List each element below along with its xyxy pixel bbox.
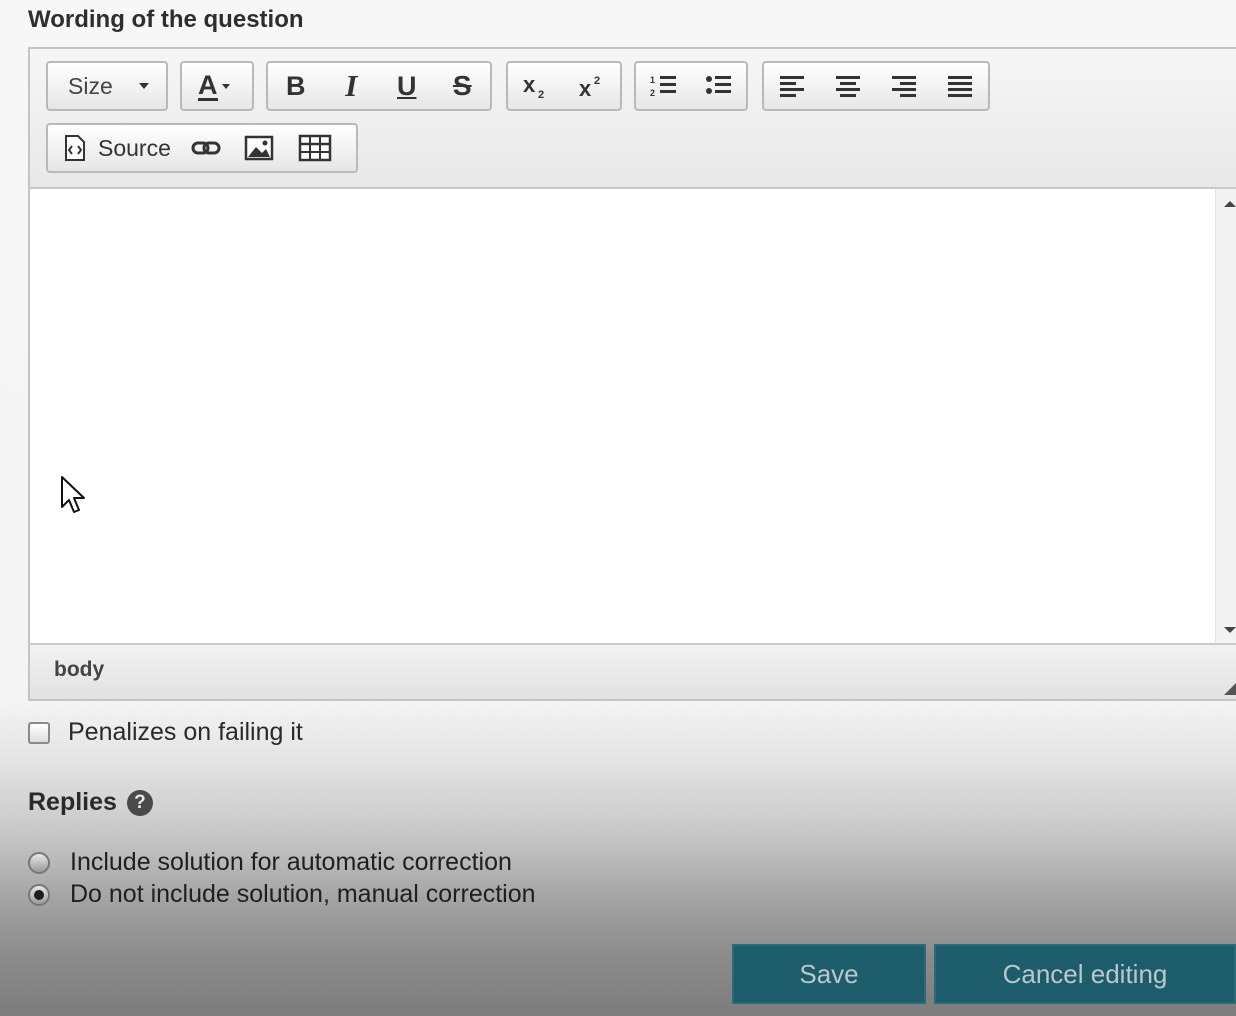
mouse-cursor-icon: [61, 476, 85, 513]
scroll-down-icon[interactable]: [1224, 627, 1236, 633]
italic-icon: I: [345, 68, 358, 103]
numbered-list-icon: 12: [650, 75, 676, 98]
alignment-group: [762, 61, 990, 111]
table-button[interactable]: [287, 125, 343, 171]
align-center-button[interactable]: [820, 63, 876, 109]
penalizes-option: Penalizes on failing it: [28, 718, 303, 747]
bold-button[interactable]: B: [268, 63, 324, 109]
svg-text:1: 1: [650, 75, 655, 85]
superscript-icon: x2: [579, 75, 600, 100]
underline-button[interactable]: U: [379, 63, 435, 109]
subscript-button[interactable]: x2: [508, 63, 564, 109]
font-color-dropdown[interactable]: A: [180, 61, 254, 111]
basic-styles-group: B I U S: [266, 61, 492, 111]
bulleted-list-icon: [705, 76, 731, 94]
justify-button[interactable]: [932, 63, 988, 109]
svg-text:2: 2: [594, 75, 600, 87]
strikethrough-icon: S: [452, 70, 472, 101]
replies-label: Replies: [28, 788, 117, 816]
font-color-icon: A: [198, 69, 218, 101]
table-icon: [298, 134, 332, 162]
manual-correction-label[interactable]: Do not include solution, manual correcti…: [70, 880, 536, 909]
size-label: Size: [68, 72, 113, 99]
scroll-up-icon[interactable]: [1224, 201, 1236, 207]
svg-text:x: x: [523, 72, 536, 97]
strikethrough-button[interactable]: S: [435, 63, 491, 109]
size-dropdown[interactable]: Size: [46, 61, 168, 111]
bold-icon: B: [286, 70, 306, 101]
script-group: x2 x2: [506, 61, 622, 111]
superscript-button[interactable]: x2: [564, 63, 620, 109]
align-right-icon: [892, 76, 916, 97]
source-label: Source: [98, 134, 171, 161]
help-icon[interactable]: ?: [126, 789, 153, 816]
italic-button[interactable]: I: [324, 63, 380, 109]
penalizes-checkbox[interactable]: [28, 721, 50, 744]
align-left-button[interactable]: [764, 63, 820, 109]
insert-group: Source: [46, 123, 358, 173]
bulleted-list-button[interactable]: [691, 63, 746, 109]
penalizes-label[interactable]: Penalizes on failing it: [68, 718, 303, 747]
auto-correction-label[interactable]: Include solution for automatic correctio…: [70, 848, 512, 877]
cancel-editing-button[interactable]: Cancel editing: [934, 944, 1236, 1004]
chevron-down-icon: [221, 83, 230, 89]
image-icon: [244, 135, 274, 161]
link-icon: [191, 141, 221, 155]
svg-text:x: x: [579, 76, 592, 100]
subscript-icon: x2: [523, 72, 544, 100]
align-right-button[interactable]: [876, 63, 932, 109]
manual-correction-radio[interactable]: [28, 883, 50, 906]
save-button[interactable]: Save: [732, 944, 926, 1004]
justify-icon: [948, 76, 972, 97]
editor-scrollbar[interactable]: [1215, 189, 1236, 645]
resize-handle-icon[interactable]: [1224, 673, 1236, 695]
numbered-list-button[interactable]: 12: [636, 63, 691, 109]
chevron-down-icon: [138, 83, 149, 89]
editor-toolbar: Size A B I U S x2 x2 12 Source: [30, 49, 1236, 189]
replies-heading: Replies ?: [28, 788, 153, 817]
editor-content-area[interactable]: [30, 189, 1236, 645]
editor-statusbar: body: [30, 643, 1236, 699]
svg-text:2: 2: [650, 88, 655, 98]
source-icon: [65, 135, 85, 161]
auto-correction-radio[interactable]: [28, 851, 50, 874]
reply-option-auto: Include solution for automatic correctio…: [28, 848, 512, 877]
align-center-icon: [836, 76, 860, 97]
list-group: 12: [634, 61, 748, 111]
image-button[interactable]: [231, 125, 287, 171]
reply-option-manual: Do not include solution, manual correcti…: [28, 880, 536, 909]
svg-text:2: 2: [538, 89, 544, 100]
link-button[interactable]: [181, 125, 231, 171]
underline-icon: U: [397, 70, 417, 101]
element-path-label[interactable]: body: [54, 658, 104, 682]
align-left-icon: [780, 76, 804, 97]
source-button[interactable]: Source: [48, 125, 181, 171]
question-wording-label: Wording of the question: [28, 6, 304, 33]
rich-text-editor: Size A B I U S x2 x2 12 Source body: [28, 47, 1236, 701]
